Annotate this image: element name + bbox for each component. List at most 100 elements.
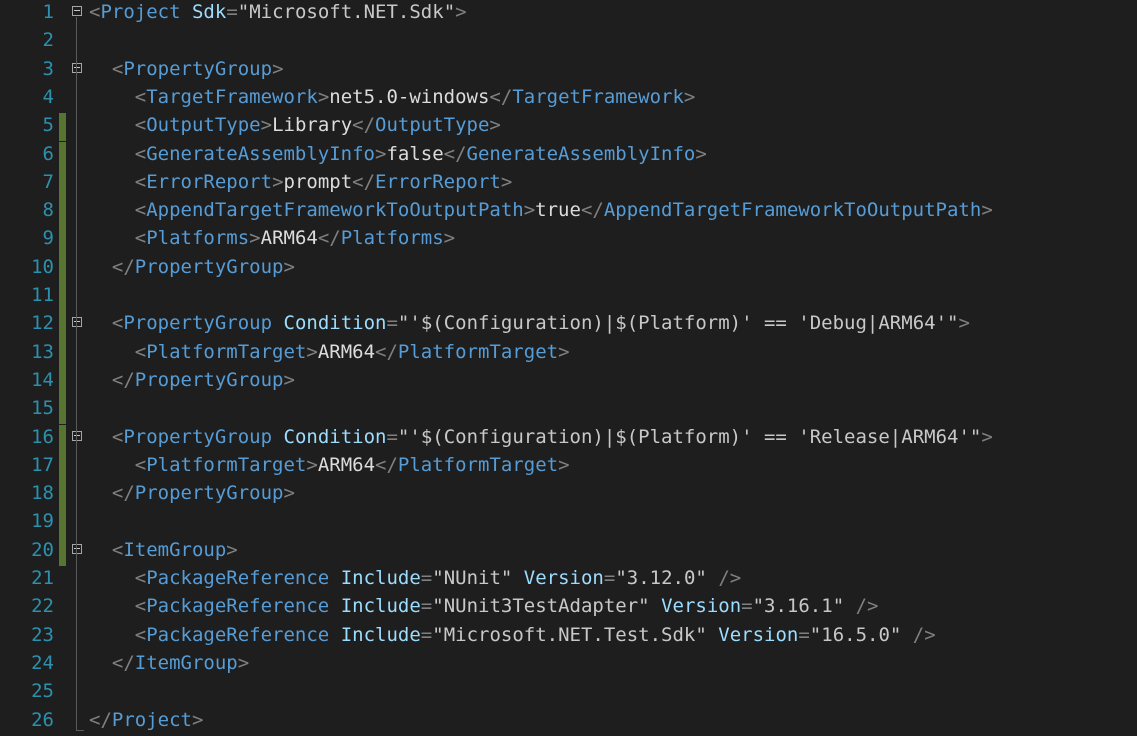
xml-element-name: ErrorReport xyxy=(375,170,501,193)
line-number: 5 xyxy=(42,114,54,137)
xml-element-name: PropertyGroup xyxy=(134,482,284,505)
code-line[interactable]: 2 xyxy=(0,28,1137,56)
xml-delimiter: = xyxy=(386,312,398,335)
change-marker xyxy=(59,537,66,566)
code-text[interactable]: <AppendTargetFrameworkToOutputPath>true<… xyxy=(89,198,993,222)
line-number: 11 xyxy=(31,284,54,306)
code-line[interactable]: 23 <PackageReference Include="Microsoft.… xyxy=(0,623,1137,651)
change-marker xyxy=(59,198,66,227)
xml-delimiter: </ xyxy=(89,708,112,731)
code-text[interactable]: <PlatformTarget>ARM64</PlatformTarget> xyxy=(89,453,570,477)
code-line[interactable]: 7 <ErrorReport>prompt</ErrorReport> xyxy=(0,169,1137,199)
xml-element-name: PropertyGroup xyxy=(123,57,273,80)
xml-delimiter: > xyxy=(191,708,204,731)
collapse-toggle-icon[interactable] xyxy=(72,430,82,441)
xml-attribute-value: 16.5.0 xyxy=(821,623,890,646)
code-text[interactable]: <PlatformTarget>ARM64</PlatformTarget> xyxy=(89,340,570,364)
code-line[interactable]: 26 </Project> xyxy=(0,708,1137,736)
xml-element-name: Project xyxy=(111,708,192,731)
xml-text: net5.0-windows xyxy=(329,85,490,108)
code-line[interactable]: 24 </ItemGroup> xyxy=(0,651,1137,679)
code-line[interactable]: 9 <Platforms>ARM64</Platforms> xyxy=(0,226,1137,255)
change-marker xyxy=(59,141,66,170)
code-text[interactable]: </PropertyGroup> xyxy=(89,255,295,279)
code-text[interactable]: </PropertyGroup> xyxy=(89,368,295,392)
collapse-toggle-icon[interactable] xyxy=(72,6,82,16)
xml-delimiter: = xyxy=(386,425,398,448)
line-number: 25 xyxy=(31,680,54,703)
code-text[interactable]: </ItemGroup> xyxy=(89,651,249,675)
code-text[interactable]: <ErrorReport>prompt</ErrorReport> xyxy=(89,170,513,194)
code-line[interactable]: 20 <ItemGroup> xyxy=(0,537,1137,566)
code-line[interactable]: 15 xyxy=(0,396,1137,425)
code-text[interactable]: <PackageReference Include="NUnit3TestAda… xyxy=(89,594,879,618)
xml-quote: " xyxy=(969,425,982,448)
code-text[interactable]: <PropertyGroup Condition="'$(Configurati… xyxy=(89,425,993,449)
code-text[interactable]: <GenerateAssemblyInfo>false</GenerateAss… xyxy=(89,142,707,166)
code-line[interactable]: 19 xyxy=(0,509,1137,538)
xml-quote: " xyxy=(500,567,513,589)
xml-quote: " xyxy=(443,1,456,23)
code-line[interactable]: 21 <PackageReference Include="NUnit" Ver… xyxy=(0,566,1137,594)
code-text[interactable]: </Project> xyxy=(89,708,203,732)
xml-quote: " xyxy=(432,623,444,646)
code-line[interactable]: 18 </PropertyGroup> xyxy=(0,481,1137,510)
change-marker xyxy=(59,367,66,397)
code-text[interactable]: <PackageReference Include="NUnit" Versio… xyxy=(89,566,741,590)
line-number: 10 xyxy=(31,255,54,278)
xml-attribute-name: Condition xyxy=(283,425,387,448)
xml-delimiter: > xyxy=(981,425,993,448)
collapse-toggle-icon[interactable] xyxy=(72,543,82,554)
code-text[interactable]: <Project Sdk="Microsoft.NET.Sdk"> xyxy=(89,0,467,24)
code-text[interactable]: <PropertyGroup> xyxy=(89,57,284,81)
code-line[interactable]: 5 <OutputType>Library</OutputType> xyxy=(0,113,1137,142)
xml-attribute-value: Microsoft.NET.Test.Sdk xyxy=(443,623,696,646)
xml-delimiter: </ xyxy=(111,255,135,278)
collapse-toggle-icon[interactable] xyxy=(72,317,82,328)
code-text[interactable]: <PropertyGroup Condition="'$(Configurati… xyxy=(89,311,970,335)
xml-delimiter: > xyxy=(283,255,295,278)
code-text[interactable]: </PropertyGroup> xyxy=(89,481,295,505)
line-number: 14 xyxy=(31,368,54,391)
code-line[interactable]: 3 <PropertyGroup> xyxy=(0,57,1137,85)
xml-delimiter: < xyxy=(111,57,124,80)
code-line[interactable]: 22 <PackageReference Include="NUnit3Test… xyxy=(0,594,1137,622)
xml-element-name: PlatformTarget xyxy=(146,453,307,476)
code-line[interactable]: 12 <PropertyGroup Condition="'$(Configur… xyxy=(0,311,1137,340)
code-line[interactable]: 17 <PlatformTarget>ARM64</PlatformTarget… xyxy=(0,452,1137,482)
code-text[interactable]: <OutputType>Library</OutputType> xyxy=(89,113,501,137)
code-editor[interactable]: 1 <Project Sdk="Microsoft.NET.Sdk"> 2 3 <Pr… xyxy=(0,0,1137,732)
code-text[interactable]: <PackageReference Include="Microsoft.NET… xyxy=(89,623,936,647)
code-line[interactable]: 13 <PlatformTarget>ARM64</PlatformTarget… xyxy=(0,339,1137,368)
code-line[interactable]: 8 <AppendTargetFrameworkToOutputPath>tru… xyxy=(0,198,1137,227)
code-line[interactable]: 10 </PropertyGroup> xyxy=(0,254,1137,283)
code-line[interactable]: 16 <PropertyGroup Condition="'$(Configur… xyxy=(0,424,1137,453)
xml-element-name: PlatformTarget xyxy=(397,453,559,476)
xml-element-name: ItemGroup xyxy=(134,651,238,674)
line-number: 6 xyxy=(42,142,54,165)
code-line[interactable]: 14 </PropertyGroup> xyxy=(0,367,1137,397)
code-line[interactable]: 25 xyxy=(0,679,1137,707)
code-line[interactable]: 1 <Project Sdk="Microsoft.NET.Sdk"> xyxy=(0,0,1137,28)
code-text[interactable]: <ItemGroup> xyxy=(89,538,238,562)
xml-element-name: Project xyxy=(100,1,181,23)
xml-delimiter: < xyxy=(134,595,147,618)
code-line[interactable]: 6 <GenerateAssemblyInfo>false</GenerateA… xyxy=(0,141,1137,170)
code-line[interactable]: 4 <TargetFramework>net5.0-windows</Targe… xyxy=(0,85,1137,113)
code-line[interactable]: 11 xyxy=(0,283,1137,312)
xml-attribute-name: Sdk xyxy=(191,1,227,23)
code-text[interactable]: <Platforms>ARM64</Platforms> xyxy=(89,226,455,250)
line-number: 7 xyxy=(42,170,54,193)
xml-delimiter: > xyxy=(283,482,295,505)
xml-attribute-name: Version xyxy=(718,623,799,646)
collapse-toggle-icon[interactable] xyxy=(72,62,82,73)
code-text[interactable]: <TargetFramework>net5.0-windows</TargetF… xyxy=(89,85,696,109)
